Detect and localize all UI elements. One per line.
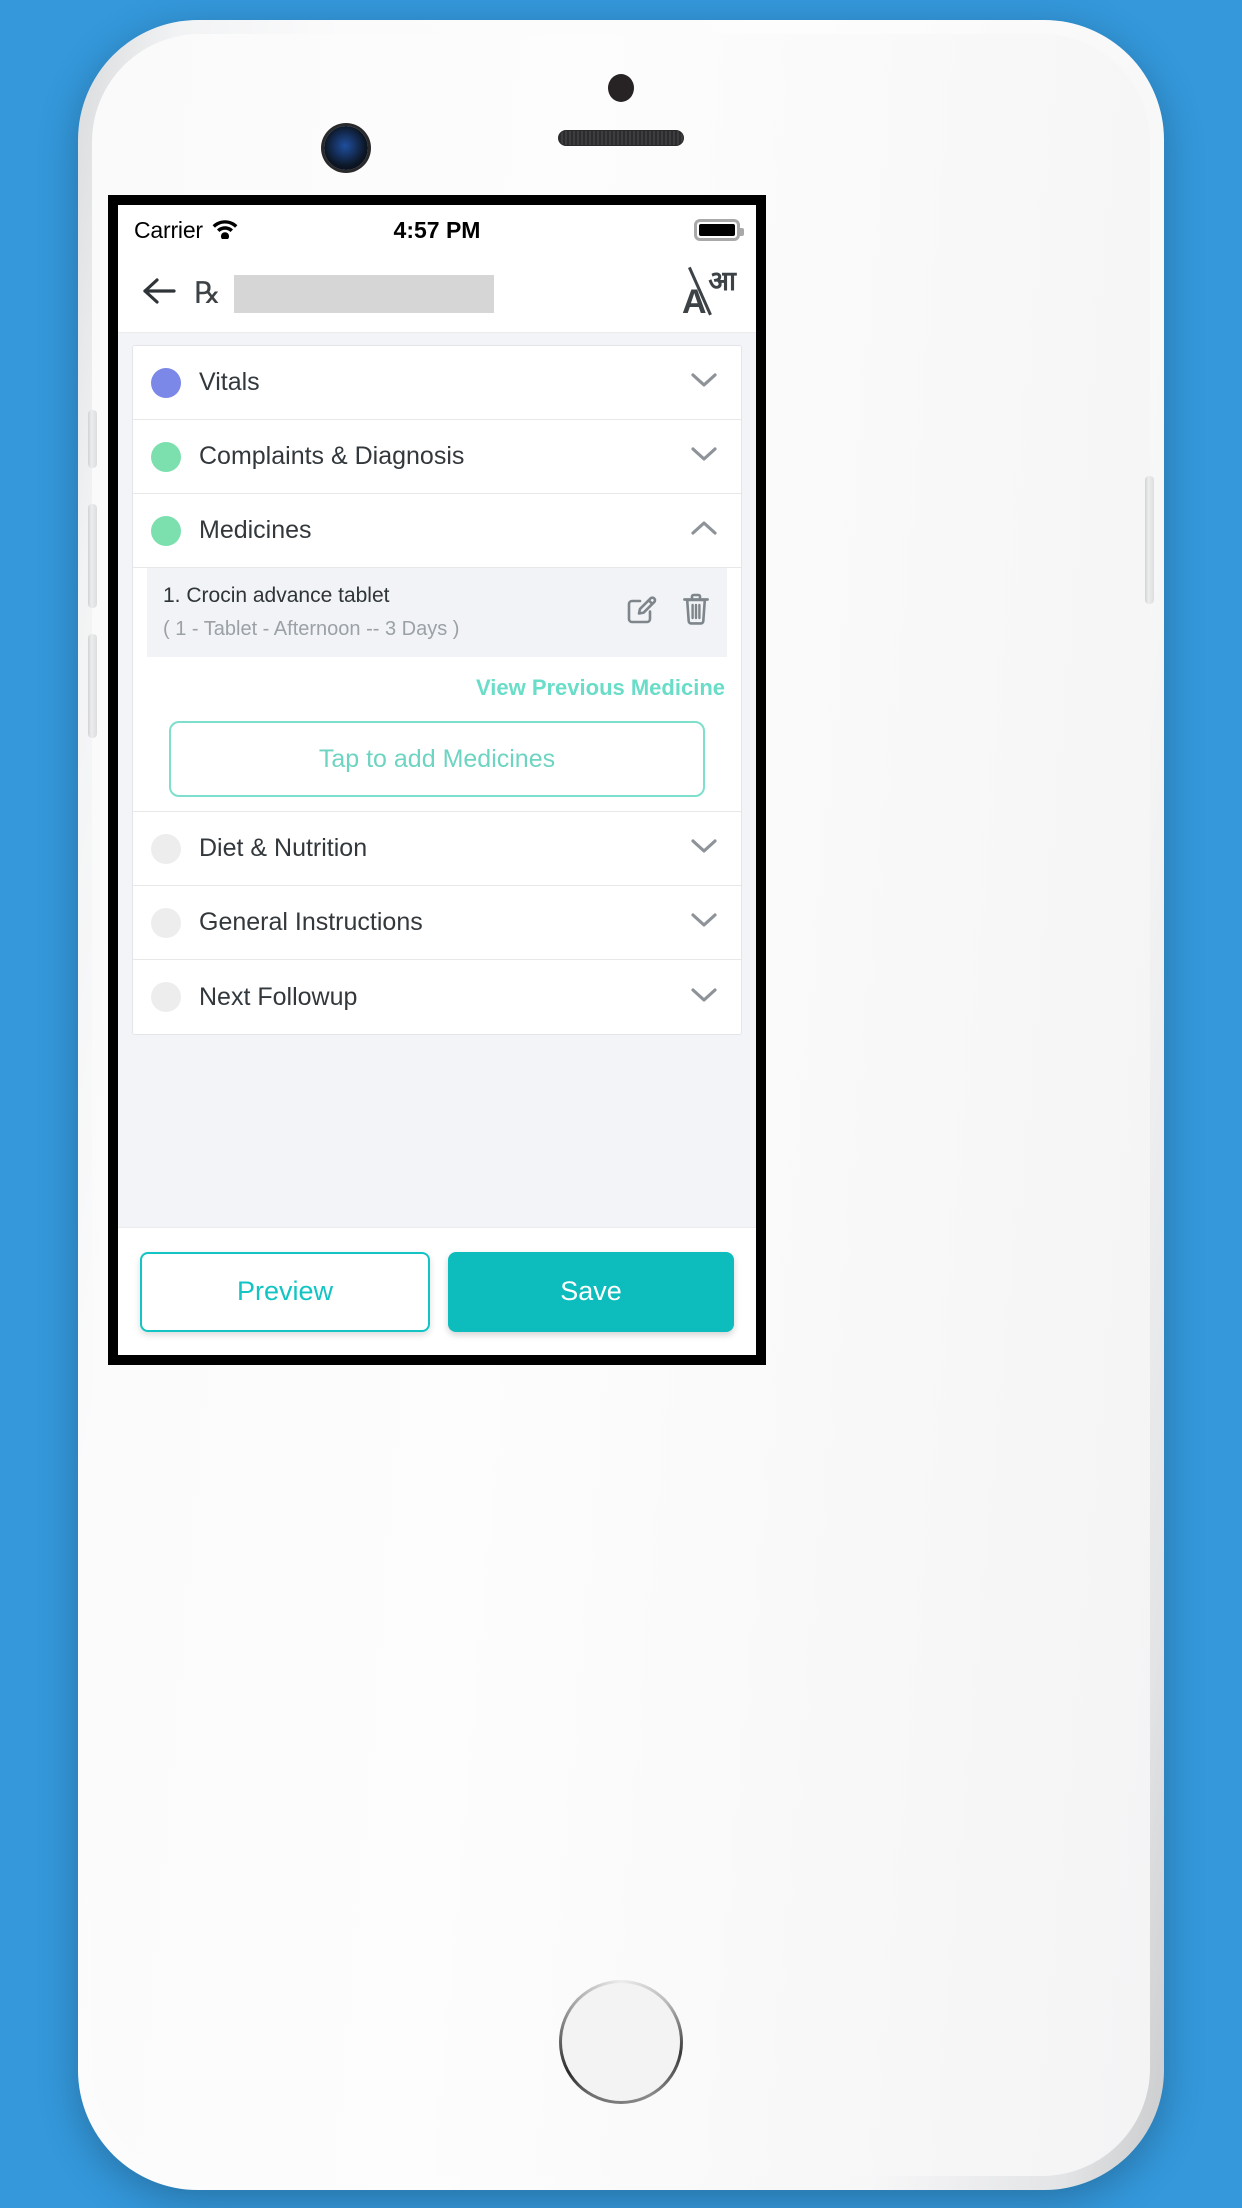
chevron-down-icon[interactable]	[689, 910, 719, 935]
sections-card: Vitals Complaints & Diagnosis Medicines …	[132, 345, 742, 1036]
section-label: General Instructions	[199, 908, 423, 937]
back-arrow-icon[interactable]	[140, 275, 180, 312]
proximity-sensor-icon	[608, 74, 634, 102]
save-button[interactable]: Save	[448, 1251, 734, 1332]
section-row-vitals[interactable]: Vitals	[133, 346, 741, 420]
medicine-name: 1. Crocin advance tablet	[163, 584, 390, 607]
app-header: ℞ A आ	[118, 255, 756, 333]
volume-down-button[interactable]	[88, 634, 97, 738]
silent-switch[interactable]	[88, 410, 97, 468]
section-label: Vitals	[199, 368, 260, 396]
preview-button[interactable]: Preview	[140, 1251, 430, 1332]
wifi-icon	[211, 217, 239, 244]
chevron-down-icon[interactable]	[689, 836, 719, 861]
section-status-dot	[151, 833, 181, 864]
status-bar-left: Carrier	[134, 217, 239, 244]
section-label: Next Followup	[199, 982, 358, 1011]
section-status-dot	[151, 367, 181, 398]
section-label: Complaints & Diagnosis	[199, 442, 465, 470]
rx-symbol-icon: ℞	[194, 276, 221, 310]
home-button[interactable]	[559, 1980, 683, 2104]
device-screen: Carrier 4:57 PM ℞ A आ Vitals Complaints …	[108, 195, 766, 1365]
chevron-down-icon[interactable]	[689, 985, 719, 1010]
view-previous-medicine-link[interactable]: View Previous Medicine	[133, 657, 741, 701]
carrier-label: Carrier	[134, 216, 203, 243]
sections-scroll-area[interactable]: Vitals Complaints & Diagnosis Medicines …	[118, 333, 756, 1227]
section-row-diet-nutrition[interactable]: Diet & Nutrition	[133, 812, 741, 887]
medicine-dosage: ( 1 - Tablet - Afternoon -- 3 Days )	[163, 618, 460, 641]
translate-icon[interactable]: A आ	[682, 265, 736, 319]
section-status-dot	[151, 907, 181, 938]
add-medicines-button[interactable]: Tap to add Medicines	[169, 721, 705, 798]
section-row-general-instructions[interactable]: General Instructions	[133, 886, 741, 961]
front-camera-icon	[324, 126, 368, 170]
chevron-up-icon[interactable]	[689, 518, 719, 543]
app-screen: Carrier 4:57 PM ℞ A आ Vitals Complaints …	[118, 205, 756, 1355]
chevron-down-icon[interactable]	[689, 370, 719, 395]
section-status-dot	[151, 982, 181, 1013]
medicines-panel: 1. Crocin advance tablet ( 1 - Tablet - …	[133, 568, 741, 813]
prescription-title-field[interactable]	[233, 274, 494, 313]
battery-icon	[694, 219, 744, 241]
translate-devanagari-glyph: आ	[708, 265, 736, 297]
section-status-dot	[151, 515, 181, 546]
section-label: Medicines	[199, 516, 312, 544]
trash-icon[interactable]	[681, 592, 711, 631]
earpiece-speaker-icon	[558, 130, 684, 146]
medicine-list-item[interactable]: 1. Crocin advance tablet ( 1 - Tablet - …	[147, 568, 727, 658]
section-row-complaints-diagnosis[interactable]: Complaints & Diagnosis	[133, 420, 741, 494]
power-button[interactable]	[1145, 476, 1154, 604]
status-bar-right	[694, 219, 744, 241]
section-row-medicines[interactable]: Medicines	[133, 494, 741, 568]
bottom-action-bar: Preview Save	[118, 1227, 756, 1355]
section-label: Diet & Nutrition	[199, 834, 368, 863]
chevron-down-icon[interactable]	[689, 444, 719, 469]
section-row-next-followup[interactable]: Next Followup	[133, 960, 741, 1035]
volume-up-button[interactable]	[88, 504, 97, 608]
battery-fill	[699, 224, 735, 236]
edit-pencil-icon[interactable]	[625, 592, 659, 631]
medicine-actions	[609, 592, 711, 631]
section-status-dot	[151, 441, 181, 472]
medicine-text-block: 1. Crocin advance tablet ( 1 - Tablet - …	[163, 582, 609, 641]
status-bar: Carrier 4:57 PM	[118, 205, 756, 255]
